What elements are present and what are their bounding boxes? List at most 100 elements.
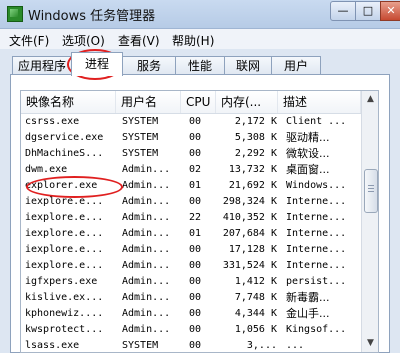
cell-mem: 298,324 K (222, 196, 277, 207)
tab-networking[interactable]: 联网 (224, 56, 272, 75)
tab-performance[interactable]: 性能 (175, 56, 225, 75)
cell-desc: Kingsof... (286, 324, 347, 335)
cell-user: Admin... (122, 276, 171, 287)
column-header-memory[interactable]: 内存(... (216, 91, 278, 113)
cell-desc: Interne... (286, 196, 347, 207)
cell-user: Admin... (122, 228, 171, 239)
tab-applications[interactable]: 应用程序 (12, 56, 72, 75)
cell-name: iexplore.e... (25, 228, 104, 239)
cell-cpu: 00 (189, 244, 202, 255)
cell-name: kwsprotect... (25, 324, 104, 335)
table-row[interactable]: dwm.exe Admin... 02 13,732 K 桌面窗... (21, 162, 361, 178)
table-row[interactable]: iexplore.e... Admin... 22 410,352 K Interne.… (21, 210, 361, 226)
scroll-thumb[interactable] (364, 169, 378, 213)
cell-cpu: 00 (189, 116, 202, 127)
cell-name: dwm.exe (25, 164, 68, 175)
scroll-down-arrow-icon[interactable]: ▼ (362, 335, 378, 352)
cell-cpu: 01 (189, 228, 202, 239)
cell-cpu: 00 (189, 132, 202, 143)
title-bar: Windows 任务管理器 — □ ✕ (0, 0, 400, 29)
cell-desc: Windows... (286, 180, 347, 191)
cell-user: Admin... (122, 164, 171, 175)
table-row[interactable]: igfxpers.exe Admin... 00 1,412 K persist... (21, 274, 361, 290)
cell-mem: 7,748 K (234, 292, 277, 303)
cell-name: igfxpers.exe (25, 276, 98, 287)
window-title: Windows 任务管理器 (28, 9, 156, 24)
tab-users[interactable]: 用户 (271, 56, 321, 75)
table-row[interactable]: kwsprotect... Admin... 00 1,056 K Kingsof... (21, 322, 361, 338)
cell-user: Admin... (122, 212, 171, 223)
cell-cpu: 00 (189, 324, 202, 335)
cell-mem: 1,056 K (234, 324, 277, 335)
cell-mem: 13,732 K (228, 164, 277, 175)
cell-desc: 桌面窗... (286, 163, 330, 176)
table-row[interactable]: csrss.exe SYSTEM 00 2,172 K Client ... (21, 114, 361, 130)
cell-user: Admin... (122, 260, 171, 271)
cell-desc: persist... (286, 276, 347, 287)
cell-mem: 21,692 K (228, 180, 277, 191)
menu-view[interactable]: 查看(V) (118, 32, 160, 49)
cell-mem: 1,412 K (234, 276, 277, 287)
table-row[interactable]: DhMachineS... SYSTEM 00 2,292 K 微软设... (21, 146, 361, 162)
column-header-description[interactable]: 描述 (278, 91, 361, 113)
table-row[interactable]: kphonewiz.... Admin... 00 4,344 K 金山手... (21, 306, 361, 322)
menu-options[interactable]: 选项(O) (62, 32, 105, 49)
cell-name: dgservice.exe (25, 132, 104, 143)
tab-strip: 应用程序 进程 服务 性能 联网 用户 (0, 50, 400, 76)
cell-user: Admin... (122, 308, 171, 319)
column-header-user-name[interactable]: 用户名 (116, 91, 181, 113)
cell-desc: Interne... (286, 212, 347, 223)
cell-cpu: 00 (189, 276, 202, 287)
cell-name: iexplore.e... (25, 260, 104, 271)
cell-cpu: 01 (189, 180, 202, 191)
cell-desc: 金山手... (286, 307, 330, 320)
cell-cpu: 00 (189, 196, 202, 207)
menu-file[interactable]: 文件(F) (9, 32, 49, 49)
cell-desc: Interne... (286, 228, 347, 239)
minimize-button[interactable]: — (330, 1, 356, 21)
cell-user: SYSTEM (122, 148, 159, 159)
column-header-image-name[interactable]: 映像名称 (21, 91, 116, 113)
cell-cpu: 02 (189, 164, 202, 175)
cell-user: Admin... (122, 180, 171, 191)
cell-name: DhMachineS... (25, 148, 104, 159)
maximize-button[interactable]: □ (355, 1, 381, 21)
cell-name: csrss.exe (25, 116, 80, 127)
scroll-up-arrow-icon[interactable]: ▲ (362, 91, 378, 108)
cell-user: Admin... (122, 292, 171, 303)
cell-mem: 207,684 K (222, 228, 277, 239)
list-body: csrss.exe SYSTEM 00 2,172 K Client ... dgserv… (21, 114, 361, 352)
cell-mem: 331,524 K (222, 260, 277, 271)
table-row[interactable]: iexplore.e... Admin... 01 207,684 K Interne.… (21, 226, 361, 242)
cell-desc: Interne... (286, 244, 347, 255)
cell-mem: 410,352 K (222, 212, 277, 223)
cell-mem: 2,292 K (234, 148, 277, 159)
cell-desc: 驱动精... (286, 131, 330, 144)
process-list[interactable]: 映像名称 用户名 CPU 内存(... 描述 csrss.exe SYSTEM 00… (20, 90, 379, 353)
cell-name: iexplore.e... (25, 244, 104, 255)
cell-user: SYSTEM (122, 116, 159, 127)
cell-cpu: 00 (189, 260, 202, 271)
menu-help[interactable]: 帮助(H) (172, 32, 214, 49)
cell-desc: 新毒霸... (286, 291, 330, 304)
table-row[interactable]: dgservice.exe SYSTEM 00 5,308 K 驱动精... (21, 130, 361, 146)
tab-processes[interactable]: 进程 (71, 52, 123, 76)
cell-user: Admin... (122, 324, 171, 335)
cell-user: Admin... (122, 244, 171, 255)
tab-services[interactable]: 服务 (122, 56, 176, 75)
table-row[interactable]: explorer.exe Admin... 01 21,692 K Windows... (21, 178, 361, 194)
menu-bar: 文件(F) 选项(O) 查看(V) 帮助(H) (0, 29, 400, 49)
cell-desc: Client ... (286, 116, 347, 127)
vertical-scrollbar[interactable]: ▲ ▼ (361, 91, 378, 352)
cell-cpu: 22 (189, 212, 202, 223)
cell-name: iexplore.e... (25, 196, 104, 207)
table-row[interactable]: iexplore.e... Admin... 00 331,524 K Interne.… (21, 258, 361, 274)
column-header-cpu[interactable]: CPU (181, 91, 216, 113)
table-row[interactable]: iexplore.e... Admin... 00 298,324 K Interne.… (21, 194, 361, 210)
table-row[interactable]: iexplore.e... Admin... 00 17,128 K Interne..… (21, 242, 361, 258)
close-button[interactable]: ✕ (380, 1, 400, 21)
task-manager-icon (7, 6, 23, 22)
cell-cpu: 00 (189, 148, 202, 159)
table-row[interactable]: kislive.ex... Admin... 00 7,748 K 新毒霸... (21, 290, 361, 306)
cell-cpu: 00 (189, 292, 202, 303)
